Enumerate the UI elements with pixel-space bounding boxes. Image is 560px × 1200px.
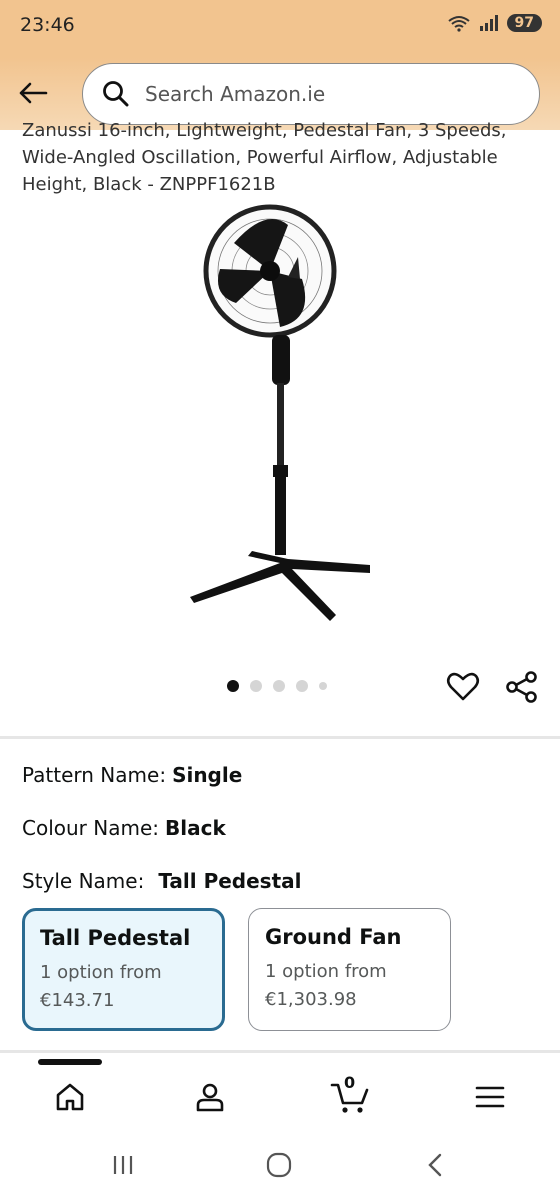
home-icon xyxy=(56,1083,84,1111)
fan-motor xyxy=(272,335,290,385)
circle-home-icon xyxy=(266,1152,292,1178)
fan-head xyxy=(203,204,337,338)
carousel-dot[interactable] xyxy=(250,680,262,692)
chevron-left-icon xyxy=(428,1153,442,1177)
style-option-price: €1,303.98 xyxy=(265,989,357,1010)
image-carousel-dots xyxy=(227,680,327,692)
share-icon xyxy=(506,671,537,703)
fan-lower-pole xyxy=(275,475,286,555)
pattern-name-label: Pattern Name: xyxy=(22,763,167,787)
nav-home[interactable] xyxy=(50,1077,90,1117)
carousel-dot[interactable] xyxy=(273,680,285,692)
style-option-price: €143.71 xyxy=(40,990,115,1011)
fan-pole xyxy=(277,383,284,475)
status-time: 23:46 xyxy=(20,14,75,36)
recent-apps-button[interactable] xyxy=(103,1150,143,1180)
wishlist-button[interactable] xyxy=(446,670,480,704)
back-button[interactable] xyxy=(16,76,50,110)
search-input[interactable] xyxy=(143,81,507,107)
status-icons: 97 xyxy=(447,14,542,32)
recent-apps-icon xyxy=(113,1156,133,1174)
colour-name-label: Colour Name: xyxy=(22,816,159,840)
carousel-dot[interactable] xyxy=(319,682,327,690)
nav-account[interactable] xyxy=(190,1077,230,1117)
home-system-button[interactable] xyxy=(259,1150,299,1180)
style-name-row: Style Name: Tall Pedestal xyxy=(22,869,302,893)
style-name-label: Style Name: xyxy=(22,869,145,893)
carousel-dot-active[interactable] xyxy=(227,680,239,692)
hamburger-icon xyxy=(475,1086,505,1108)
fan-base xyxy=(190,551,370,621)
person-icon xyxy=(196,1083,224,1112)
colour-name-value: Black xyxy=(165,816,226,840)
style-option-availability: 1 option from xyxy=(265,961,387,982)
style-name-value: Tall Pedestal xyxy=(158,869,302,893)
pattern-name-value: Single xyxy=(172,763,243,787)
pattern-name-row: Pattern Name: Single xyxy=(22,763,242,787)
search-icon xyxy=(103,81,129,107)
style-option-tall-pedestal[interactable]: Tall Pedestal 1 option from €143.71 xyxy=(22,908,225,1031)
nav-menu[interactable] xyxy=(470,1077,510,1117)
wifi-icon xyxy=(447,14,471,32)
colour-name-row: Colour Name: Black xyxy=(22,816,226,840)
section-divider xyxy=(0,736,560,739)
product-image[interactable] xyxy=(170,195,390,635)
style-option-name: Ground Fan xyxy=(265,925,402,949)
bottom-nav: 0 xyxy=(0,1065,560,1129)
nav-cart[interactable]: 0 xyxy=(330,1073,370,1117)
share-button[interactable] xyxy=(505,670,539,704)
status-bar: 23:46 97 xyxy=(0,0,560,58)
back-system-button[interactable] xyxy=(415,1150,455,1180)
signal-icon xyxy=(479,14,499,32)
product-title: Zanussi 16-inch, Lightweight, Pedestal F… xyxy=(22,120,507,195)
search-bar[interactable] xyxy=(82,63,540,125)
section-divider xyxy=(0,1050,560,1053)
style-option-ground-fan[interactable]: Ground Fan 1 option from €1,303.98 xyxy=(248,908,451,1031)
style-option-name: Tall Pedestal xyxy=(40,926,191,950)
arrow-left-icon xyxy=(19,82,48,104)
carousel-dot[interactable] xyxy=(296,680,308,692)
heart-icon xyxy=(446,672,480,701)
system-nav-bar xyxy=(0,1130,560,1200)
cart-count: 0 xyxy=(344,1073,356,1092)
product-title-container: Zanussi 16-inch, Lightweight, Pedestal F… xyxy=(22,120,542,198)
battery-indicator: 97 xyxy=(506,14,542,32)
style-option-availability: 1 option from xyxy=(40,962,162,983)
